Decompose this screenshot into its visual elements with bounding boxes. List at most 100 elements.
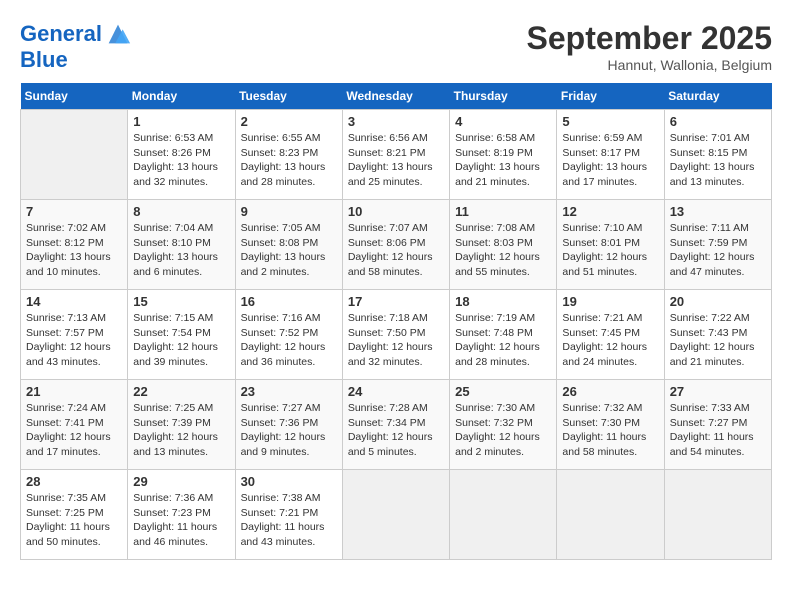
day-number: 15	[133, 294, 229, 309]
weekday-header: Thursday	[450, 83, 557, 110]
day-info: Sunrise: 7:30 AM Sunset: 7:32 PM Dayligh…	[455, 401, 551, 460]
calendar-cell: 20 Sunrise: 7:22 AM Sunset: 7:43 PM Dayli…	[664, 290, 771, 380]
day-number: 28	[26, 474, 122, 489]
calendar-cell: 4 Sunrise: 6:58 AM Sunset: 8:19 PM Daylig…	[450, 110, 557, 200]
calendar-cell: 26Sunrise: 7:32 AM Sunset: 7:30 PM Dayli…	[557, 380, 664, 470]
calendar-week-row: 21Sunrise: 7:24 AM Sunset: 7:41 PM Dayli…	[21, 380, 772, 470]
day-number: 12	[562, 204, 658, 219]
calendar-cell: 19Sunrise: 7:21 AM Sunset: 7:45 PM Dayli…	[557, 290, 664, 380]
calendar-cell: 7 Sunrise: 7:02 AM Sunset: 8:12 PM Daylig…	[21, 200, 128, 290]
day-number: 22	[133, 384, 229, 399]
day-info: Sunrise: 7:24 AM Sunset: 7:41 PM Dayligh…	[26, 401, 122, 460]
logo-text: General	[20, 22, 102, 46]
day-number: 17	[348, 294, 444, 309]
calendar-cell: 15 Sunrise: 7:15 AM Sunset: 7:54 PM Dayli…	[128, 290, 235, 380]
calendar-cell: 6Sunrise: 7:01 AM Sunset: 8:15 PM Daylig…	[664, 110, 771, 200]
calendar-cell: 3 Sunrise: 6:56 AM Sunset: 8:21 PM Daylig…	[342, 110, 449, 200]
day-number: 9	[241, 204, 337, 219]
day-info: Sunrise: 7:18 AM Sunset: 7:50 PM Dayligh…	[348, 311, 444, 370]
logo-icon	[104, 20, 132, 48]
day-info: Sunrise: 7:02 AM Sunset: 8:12 PM Dayligh…	[26, 221, 122, 280]
day-info: Sunrise: 7:15 AM Sunset: 7:54 PM Dayligh…	[133, 311, 229, 370]
day-number: 3	[348, 114, 444, 129]
day-info: Sunrise: 7:22 AM Sunset: 7:43 PM Dayligh…	[670, 311, 766, 370]
calendar-week-row: 28Sunrise: 7:35 AM Sunset: 7:25 PM Dayli…	[21, 470, 772, 560]
day-number: 18	[455, 294, 551, 309]
day-number: 24	[348, 384, 444, 399]
calendar-cell: 14 Sunrise: 7:13 AM Sunset: 7:57 PM Dayli…	[21, 290, 128, 380]
day-number: 20	[670, 294, 766, 309]
calendar-cell: 27 Sunrise: 7:33 AM Sunset: 7:27 PM Dayli…	[664, 380, 771, 470]
day-number: 10	[348, 204, 444, 219]
day-info: Sunrise: 7:13 AM Sunset: 7:57 PM Dayligh…	[26, 311, 122, 370]
day-number: 27	[670, 384, 766, 399]
weekday-header: Sunday	[21, 83, 128, 110]
day-info: Sunrise: 7:16 AM Sunset: 7:52 PM Dayligh…	[241, 311, 337, 370]
day-info: Sunrise: 7:33 AM Sunset: 7:27 PM Dayligh…	[670, 401, 766, 460]
calendar-cell: 21Sunrise: 7:24 AM Sunset: 7:41 PM Dayli…	[21, 380, 128, 470]
day-number: 5	[562, 114, 658, 129]
day-number: 25	[455, 384, 551, 399]
calendar-week-row: 7 Sunrise: 7:02 AM Sunset: 8:12 PM Daylig…	[21, 200, 772, 290]
day-number: 1	[133, 114, 229, 129]
day-info: Sunrise: 7:04 AM Sunset: 8:10 PM Dayligh…	[133, 221, 229, 280]
calendar-cell: 13 Sunrise: 7:11 AM Sunset: 7:59 PM Dayli…	[664, 200, 771, 290]
calendar-cell: 10 Sunrise: 7:07 AM Sunset: 8:06 PM Dayli…	[342, 200, 449, 290]
day-number: 29	[133, 474, 229, 489]
calendar-cell: 18 Sunrise: 7:19 AM Sunset: 7:48 PM Dayli…	[450, 290, 557, 380]
weekday-header: Monday	[128, 83, 235, 110]
day-info: Sunrise: 7:10 AM Sunset: 8:01 PM Dayligh…	[562, 221, 658, 280]
calendar-cell: 23Sunrise: 7:27 AM Sunset: 7:36 PM Dayli…	[235, 380, 342, 470]
day-info: Sunrise: 7:19 AM Sunset: 7:48 PM Dayligh…	[455, 311, 551, 370]
weekday-header-row: SundayMondayTuesdayWednesdayThursdayFrid…	[21, 83, 772, 110]
weekday-header: Friday	[557, 83, 664, 110]
day-info: Sunrise: 6:59 AM Sunset: 8:17 PM Dayligh…	[562, 131, 658, 190]
day-info: Sunrise: 7:38 AM Sunset: 7:21 PM Dayligh…	[241, 491, 337, 550]
day-number: 11	[455, 204, 551, 219]
day-info: Sunrise: 6:53 AM Sunset: 8:26 PM Dayligh…	[133, 131, 229, 190]
month-title: September 2025	[527, 20, 772, 57]
weekday-header: Saturday	[664, 83, 771, 110]
day-number: 30	[241, 474, 337, 489]
day-number: 7	[26, 204, 122, 219]
weekday-header: Wednesday	[342, 83, 449, 110]
day-info: Sunrise: 7:08 AM Sunset: 8:03 PM Dayligh…	[455, 221, 551, 280]
day-info: Sunrise: 7:11 AM Sunset: 7:59 PM Dayligh…	[670, 221, 766, 280]
calendar-cell: 29Sunrise: 7:36 AM Sunset: 7:23 PM Dayli…	[128, 470, 235, 560]
calendar-cell	[21, 110, 128, 200]
calendar-week-row: 14 Sunrise: 7:13 AM Sunset: 7:57 PM Dayli…	[21, 290, 772, 380]
day-info: Sunrise: 6:58 AM Sunset: 8:19 PM Dayligh…	[455, 131, 551, 190]
day-number: 16	[241, 294, 337, 309]
calendar-cell: 16 Sunrise: 7:16 AM Sunset: 7:52 PM Dayli…	[235, 290, 342, 380]
day-number: 4	[455, 114, 551, 129]
calendar-cell	[342, 470, 449, 560]
title-block: September 2025 Hannut, Wallonia, Belgium	[527, 20, 772, 73]
calendar-cell: 22 Sunrise: 7:25 AM Sunset: 7:39 PM Dayli…	[128, 380, 235, 470]
weekday-header: Tuesday	[235, 83, 342, 110]
calendar-cell: 1 Sunrise: 6:53 AM Sunset: 8:26 PM Daylig…	[128, 110, 235, 200]
calendar-cell: 11 Sunrise: 7:08 AM Sunset: 8:03 PM Dayli…	[450, 200, 557, 290]
calendar-cell: 9 Sunrise: 7:05 AM Sunset: 8:08 PM Daylig…	[235, 200, 342, 290]
day-info: Sunrise: 7:01 AM Sunset: 8:15 PM Dayligh…	[670, 131, 766, 190]
day-info: Sunrise: 7:07 AM Sunset: 8:06 PM Dayligh…	[348, 221, 444, 280]
logo-text2: Blue	[20, 48, 68, 72]
day-number: 8	[133, 204, 229, 219]
day-info: Sunrise: 7:21 AM Sunset: 7:45 PM Dayligh…	[562, 311, 658, 370]
location: Hannut, Wallonia, Belgium	[527, 57, 772, 73]
calendar-cell	[664, 470, 771, 560]
day-number: 14	[26, 294, 122, 309]
calendar-cell: 12 Sunrise: 7:10 AM Sunset: 8:01 PM Dayli…	[557, 200, 664, 290]
day-info: Sunrise: 7:05 AM Sunset: 8:08 PM Dayligh…	[241, 221, 337, 280]
day-info: Sunrise: 6:55 AM Sunset: 8:23 PM Dayligh…	[241, 131, 337, 190]
calendar-cell	[557, 470, 664, 560]
calendar-cell: 28Sunrise: 7:35 AM Sunset: 7:25 PM Dayli…	[21, 470, 128, 560]
day-info: Sunrise: 6:56 AM Sunset: 8:21 PM Dayligh…	[348, 131, 444, 190]
calendar-cell: 17 Sunrise: 7:18 AM Sunset: 7:50 PM Dayli…	[342, 290, 449, 380]
day-info: Sunrise: 7:25 AM Sunset: 7:39 PM Dayligh…	[133, 401, 229, 460]
calendar-cell: 25 Sunrise: 7:30 AM Sunset: 7:32 PM Dayli…	[450, 380, 557, 470]
calendar-cell: 5 Sunrise: 6:59 AM Sunset: 8:17 PM Daylig…	[557, 110, 664, 200]
day-info: Sunrise: 7:32 AM Sunset: 7:30 PM Dayligh…	[562, 401, 658, 460]
calendar-cell: 30 Sunrise: 7:38 AM Sunset: 7:21 PM Dayli…	[235, 470, 342, 560]
day-number: 13	[670, 204, 766, 219]
calendar-cell: 24Sunrise: 7:28 AM Sunset: 7:34 PM Dayli…	[342, 380, 449, 470]
